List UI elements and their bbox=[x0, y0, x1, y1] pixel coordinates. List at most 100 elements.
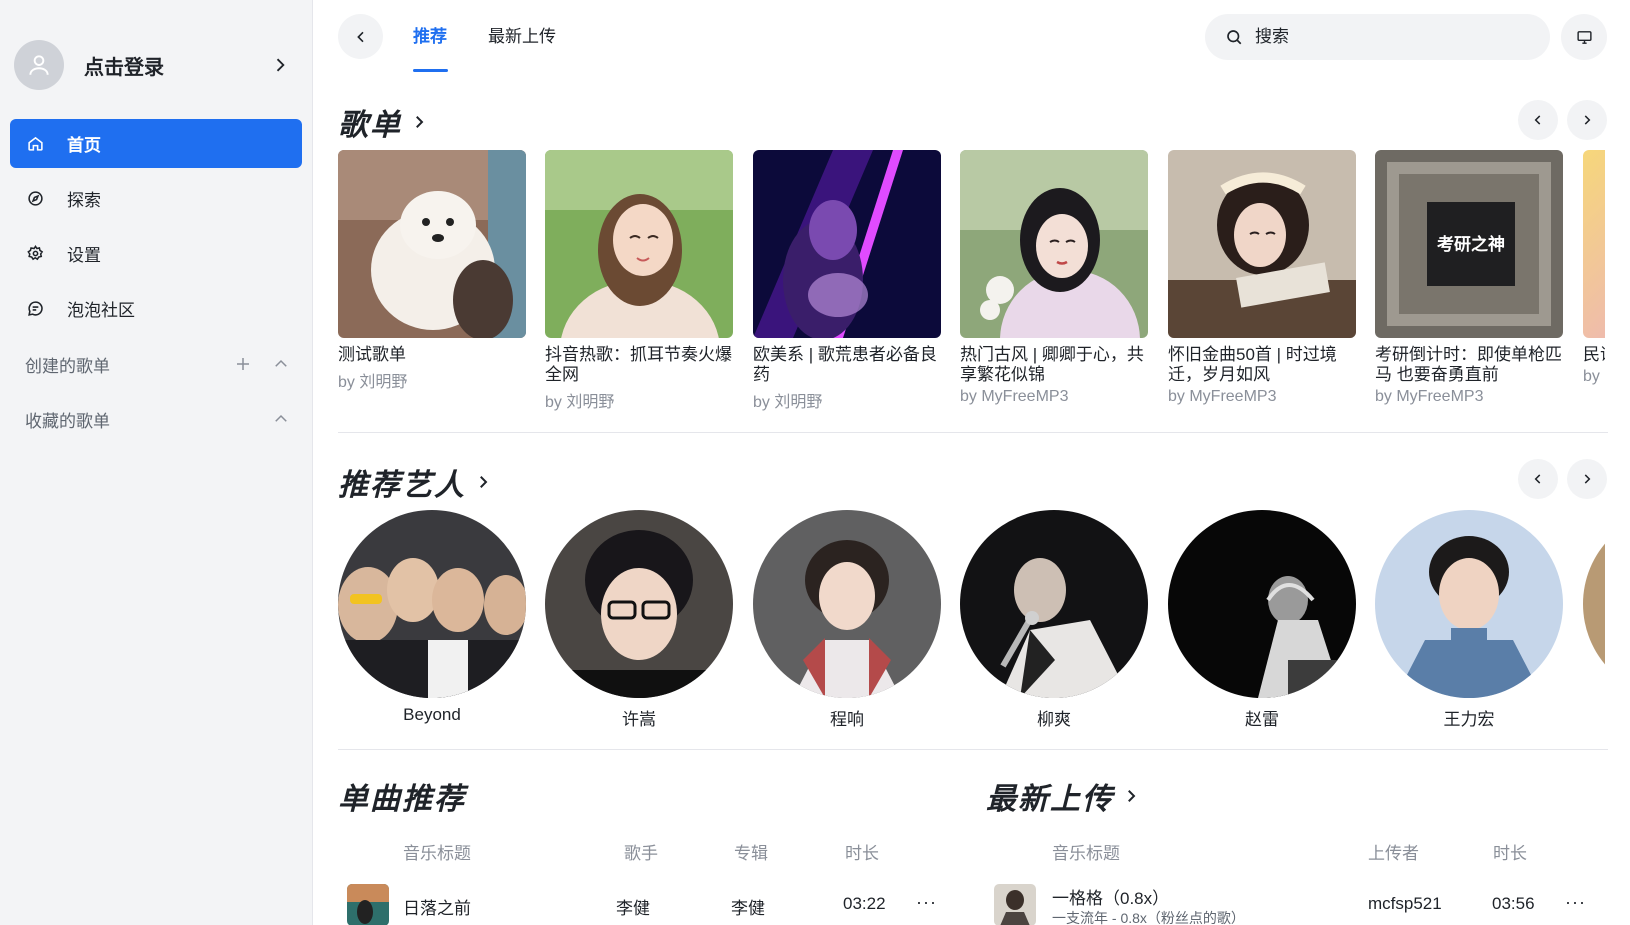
search-icon bbox=[1227, 30, 1242, 45]
login-button[interactable]: 点击登录 bbox=[14, 40, 304, 90]
artist-card[interactable]: 柳爽 bbox=[960, 510, 1148, 730]
artist-photo bbox=[338, 510, 526, 698]
artists-heading-label: 推荐艺人 bbox=[338, 469, 466, 502]
tab-latest-upload[interactable]: 最新上传 bbox=[488, 22, 556, 47]
playlist-card[interactable]: 民谣 by bbox=[1583, 150, 1605, 386]
avatar bbox=[14, 40, 64, 90]
artist-card[interactable]: 赵雷 bbox=[1168, 510, 1356, 730]
sidebar-item-label: 首页 bbox=[67, 136, 101, 155]
column-header-title: 音乐标题 bbox=[1052, 844, 1120, 863]
playlist-author: by 刘明野 bbox=[753, 394, 823, 411]
playlist-card[interactable]: 怀旧金曲50首 | 时过境迁，岁月如风 by MyFreeMP3 bbox=[1168, 150, 1356, 406]
chevron-up-icon[interactable] bbox=[272, 410, 290, 428]
monitor-icon bbox=[1576, 30, 1592, 44]
sidebar-item-label: 探索 bbox=[67, 191, 101, 210]
plus-icon[interactable] bbox=[234, 355, 252, 373]
collected-playlists-header[interactable]: 收藏的歌单 bbox=[25, 404, 290, 434]
playlist-author: by 刘明野 bbox=[545, 394, 615, 411]
column-header-uploader: 上传者 bbox=[1368, 844, 1419, 863]
more-options-button[interactable]: ··· bbox=[1565, 892, 1586, 913]
playlist-title: 欧美系 | 歌荒患者必备良药 bbox=[753, 345, 937, 384]
chevron-right-icon bbox=[1584, 115, 1591, 125]
sidebar-item-explore[interactable]: 探索 bbox=[10, 174, 302, 223]
sidebar-item-label: 设置 bbox=[67, 246, 101, 265]
latest-heading-label: 最新上传 bbox=[986, 783, 1114, 816]
playlist-card[interactable]: 热门古风 | 卿卿于心，共享繁花似锦 by MyFreeMP3 bbox=[960, 150, 1148, 406]
created-playlists-header[interactable]: 创建的歌单 bbox=[25, 349, 290, 379]
playlist-card[interactable]: 测试歌单 by 刘明野 bbox=[338, 150, 526, 392]
artist-photo bbox=[1583, 543, 1605, 665]
column-header-duration: 时长 bbox=[1493, 844, 1527, 863]
playlist-cover bbox=[753, 150, 941, 338]
artist-photo bbox=[1168, 510, 1356, 698]
playlist-card[interactable]: 欧美系 | 歌荒患者必备良药 by 刘明野 bbox=[753, 150, 941, 412]
home-icon bbox=[25, 134, 45, 154]
sidebar-item-home[interactable]: 首页 bbox=[10, 119, 302, 168]
playlists-heading[interactable]: 歌单 bbox=[338, 100, 428, 144]
playlist-cover bbox=[338, 150, 526, 338]
artist-card[interactable]: Beyond bbox=[338, 510, 526, 725]
singles-heading-label: 单曲推荐 bbox=[338, 783, 466, 816]
song-title: 一格格（0.8x） bbox=[1052, 889, 1170, 908]
column-header-title: 音乐标题 bbox=[403, 844, 471, 863]
playlist-cover bbox=[545, 150, 733, 338]
playlist-author: by MyFreeMP3 bbox=[1168, 388, 1277, 405]
playlist-title: 考研倒计时：即使单枪匹马 也要奋勇直前 bbox=[1375, 345, 1562, 384]
artists-next-button[interactable] bbox=[1567, 459, 1607, 499]
tab-recommend[interactable]: 推荐 bbox=[413, 22, 447, 47]
chevron-up-icon[interactable] bbox=[272, 355, 290, 373]
artist-name: 赵雷 bbox=[1245, 710, 1279, 729]
playlist-title: 怀旧金曲50首 | 时过境迁，岁月如风 bbox=[1168, 345, 1337, 384]
column-header-duration: 时长 bbox=[845, 844, 879, 863]
artists-prev-button[interactable] bbox=[1518, 459, 1558, 499]
artist-name: 柳爽 bbox=[1037, 710, 1071, 729]
playlist-title: 抖音热歌：抓耳节奏火爆全网 bbox=[545, 345, 732, 384]
artist-photo bbox=[753, 510, 941, 698]
playlist-card-partial[interactable]: 民谣 by bbox=[1583, 150, 1605, 390]
playlist-card[interactable]: 考研之神 考研倒计时：即使单枪匹马 也要奋勇直前 by MyFreeMP3 bbox=[1375, 150, 1563, 406]
artists-heading[interactable]: 推荐艺人 bbox=[338, 460, 492, 504]
playlist-author: by 刘明野 bbox=[338, 374, 408, 391]
playlists-next-button[interactable] bbox=[1567, 100, 1607, 140]
artist-name: 王力宏 bbox=[1443, 710, 1495, 729]
playlist-cover bbox=[1168, 150, 1356, 338]
sidebar-item-community[interactable]: 泡泡社区 bbox=[10, 284, 302, 333]
song-thumbnail bbox=[347, 884, 389, 925]
back-button[interactable] bbox=[338, 14, 383, 59]
more-options-button[interactable]: ··· bbox=[916, 892, 937, 913]
artist-card[interactable]: 程响 bbox=[753, 510, 941, 730]
artist-name: 许嵩 bbox=[622, 710, 656, 729]
artist-card-partial[interactable] bbox=[1583, 510, 1605, 698]
chevron-left-icon bbox=[356, 31, 364, 42]
song-uploader[interactable]: mcfsp521 bbox=[1368, 894, 1442, 914]
artist-card[interactable]: 王力宏 bbox=[1375, 510, 1563, 730]
playlist-author: by MyFreeMP3 bbox=[1375, 388, 1484, 405]
playlist-title: 测试歌单 bbox=[338, 345, 406, 364]
playlists-prev-button[interactable] bbox=[1518, 100, 1558, 140]
artist-photo bbox=[960, 510, 1148, 698]
search-input[interactable] bbox=[1255, 27, 1535, 47]
playlist-title: 民谣 bbox=[1583, 345, 1605, 364]
divider bbox=[338, 432, 1608, 433]
display-button[interactable] bbox=[1561, 14, 1607, 60]
playlist-author: by MyFreeMP3 bbox=[960, 388, 1069, 405]
song-artist[interactable]: 李健 bbox=[616, 894, 650, 919]
playlist-author: by bbox=[1583, 368, 1600, 385]
playlist-cover bbox=[960, 150, 1148, 338]
latest-heading[interactable]: 最新上传 bbox=[986, 774, 1140, 818]
singles-heading: 单曲推荐 bbox=[338, 774, 466, 818]
sidebar-item-settings[interactable]: 设置 bbox=[10, 229, 302, 278]
artist-name: 程响 bbox=[830, 710, 864, 729]
song-title: 日落之前 bbox=[403, 899, 471, 918]
compass-icon bbox=[25, 189, 45, 209]
divider bbox=[338, 749, 1608, 750]
song-thumbnail bbox=[994, 884, 1036, 925]
chevron-left-icon bbox=[1534, 474, 1541, 484]
playlist-cover bbox=[1583, 150, 1605, 338]
search-box[interactable] bbox=[1205, 14, 1550, 60]
playlist-card[interactable]: 抖音热歌：抓耳节奏火爆全网 by 刘明野 bbox=[545, 150, 733, 412]
artist-photo bbox=[545, 510, 733, 698]
artist-card[interactable]: 许嵩 bbox=[545, 510, 733, 730]
song-album[interactable]: 李健 bbox=[731, 894, 765, 919]
user-icon bbox=[29, 55, 49, 75]
